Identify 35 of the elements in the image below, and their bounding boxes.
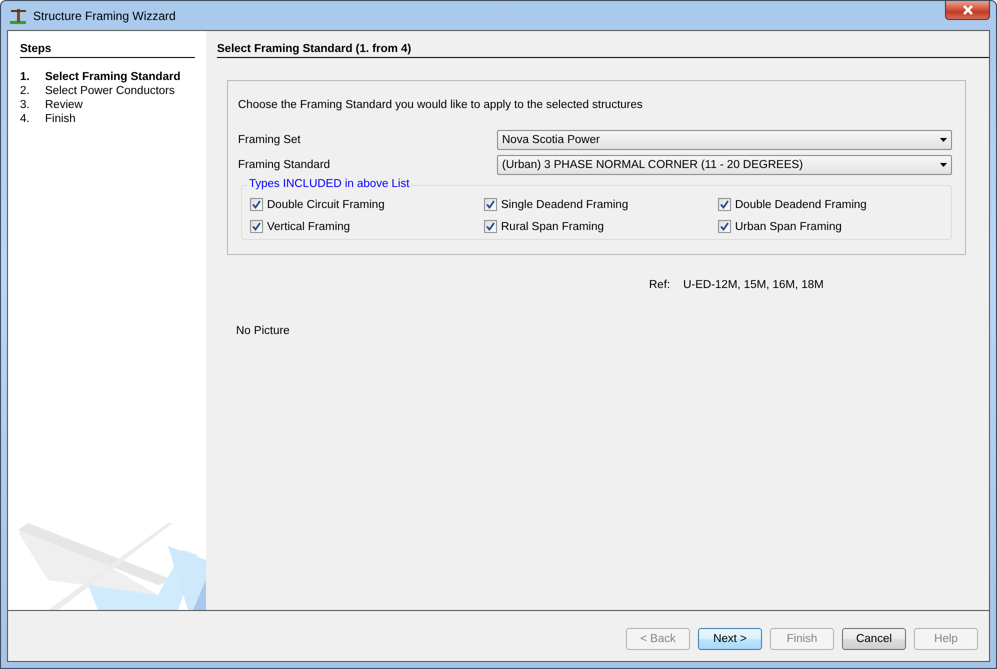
step-item: 2. Select Power Conductors [20, 84, 176, 98]
ref-value: U-ED-12M, 15M, 16M, 18M [683, 279, 824, 291]
dropdown[interactable]: (Urban) 3 PHASE NORMAL CORNER (11 - 20 DEGREES) [497, 154, 952, 174]
type-checkbox[interactable]: Urban Span Framing [718, 220, 951, 233]
close-button[interactable] [945, 1, 990, 20]
type-checkbox[interactable]: Double Circuit Framing [250, 198, 484, 211]
type-checkbox[interactable]: Single Deadend Framing [484, 198, 718, 211]
ref-label: Ref: [649, 279, 670, 291]
type-checkbox[interactable]: Double Deadend Framing [718, 198, 951, 211]
wizard-button[interactable]: Next > [698, 628, 762, 650]
window-title: Structure Framing Wizzard [33, 8, 176, 22]
type-checkbox[interactable]: Rural Span Framing [484, 220, 718, 233]
dropdown-arrow-icon [940, 162, 947, 166]
check-icon [486, 222, 495, 231]
step-item: 3. Review [20, 98, 84, 112]
pole-icon [9, 6, 27, 24]
check-icon [720, 222, 729, 231]
page-heading: Select Framing Standard (1. from 4) [217, 43, 989, 58]
step-item: 1. Select Framing Standard [20, 70, 182, 84]
no-picture-text: No Picture [236, 325, 291, 337]
close-icon [960, 5, 974, 15]
instruction-text: Choose the Framing Standard you would like to apply to the selected structures [238, 99, 644, 111]
check-icon [252, 222, 261, 231]
dropdown-arrow-icon [940, 138, 947, 142]
step-item: 4. Finish [20, 112, 77, 126]
type-checkbox[interactable]: Vertical Framing [250, 220, 484, 233]
check-icon [720, 200, 729, 209]
check-icon [252, 200, 261, 209]
field-label: Framing Standard [238, 158, 332, 170]
check-icon [486, 200, 495, 209]
group-title: Types INCLUDED in above List [247, 178, 412, 190]
field-label: Framing Set [238, 134, 302, 146]
dropdown[interactable]: Nova Scotia Power [497, 130, 952, 150]
steps-heading: Steps [20, 43, 195, 58]
wizard-button[interactable]: Cancel [842, 628, 906, 650]
